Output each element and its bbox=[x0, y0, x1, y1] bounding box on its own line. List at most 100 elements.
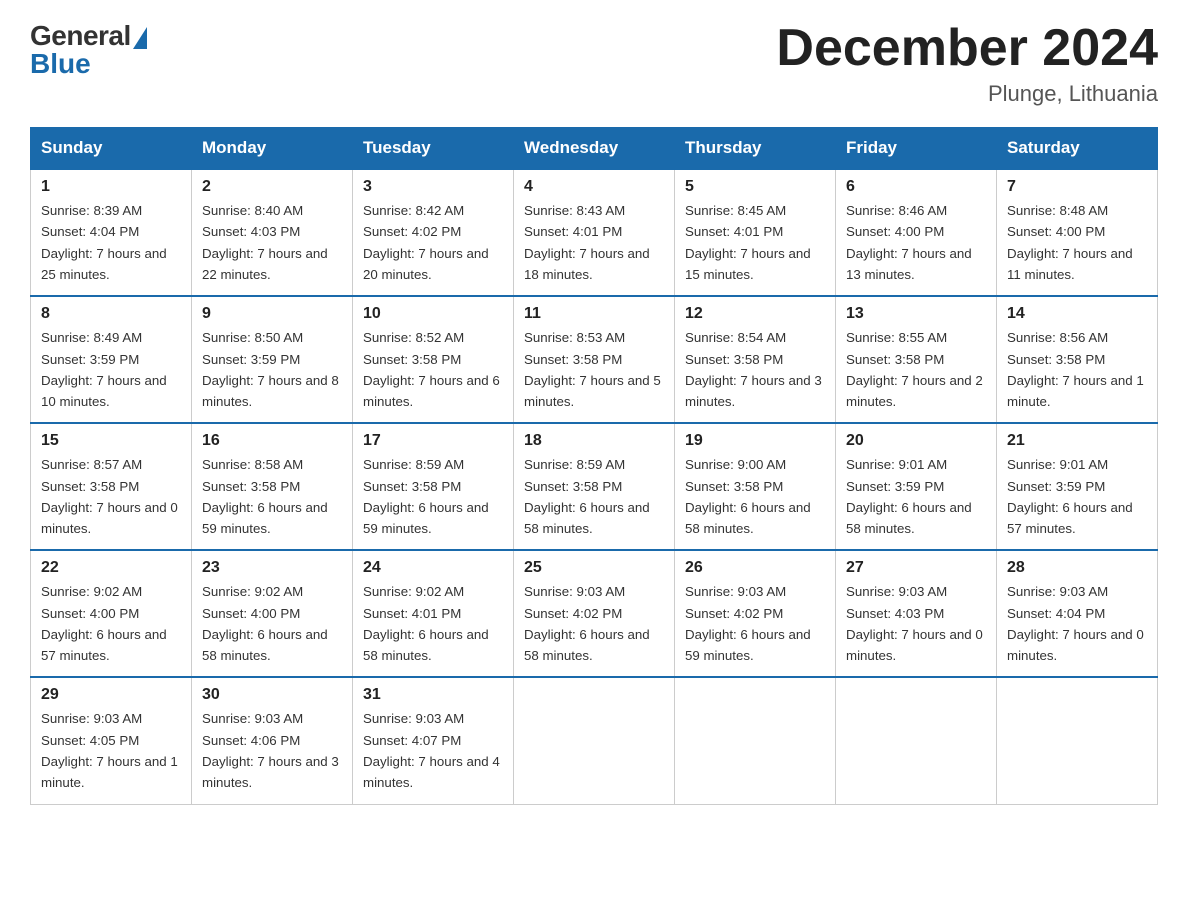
logo-triangle-icon bbox=[133, 27, 147, 49]
calendar-cell: 5 Sunrise: 8:45 AMSunset: 4:01 PMDayligh… bbox=[675, 169, 836, 296]
week-row: 8 Sunrise: 8:49 AMSunset: 3:59 PMDayligh… bbox=[31, 296, 1158, 423]
calendar-cell: 3 Sunrise: 8:42 AMSunset: 4:02 PMDayligh… bbox=[353, 169, 514, 296]
day-info: Sunrise: 9:01 AMSunset: 3:59 PMDaylight:… bbox=[846, 454, 986, 539]
day-info: Sunrise: 8:57 AMSunset: 3:58 PMDaylight:… bbox=[41, 454, 181, 539]
day-number: 12 bbox=[685, 305, 825, 323]
header-monday: Monday bbox=[192, 128, 353, 170]
calendar-cell: 7 Sunrise: 8:48 AMSunset: 4:00 PMDayligh… bbox=[997, 169, 1158, 296]
calendar-cell: 17 Sunrise: 8:59 AMSunset: 3:58 PMDaylig… bbox=[353, 423, 514, 550]
calendar-cell: 23 Sunrise: 9:02 AMSunset: 4:00 PMDaylig… bbox=[192, 550, 353, 677]
day-info: Sunrise: 8:39 AMSunset: 4:04 PMDaylight:… bbox=[41, 200, 181, 285]
day-number: 29 bbox=[41, 686, 181, 704]
day-info: Sunrise: 9:02 AMSunset: 4:00 PMDaylight:… bbox=[202, 581, 342, 666]
calendar-cell: 31 Sunrise: 9:03 AMSunset: 4:07 PMDaylig… bbox=[353, 677, 514, 804]
day-info: Sunrise: 8:45 AMSunset: 4:01 PMDaylight:… bbox=[685, 200, 825, 285]
header-thursday: Thursday bbox=[675, 128, 836, 170]
day-number: 25 bbox=[524, 559, 664, 577]
page-header: General Blue December 2024 Plunge, Lithu… bbox=[30, 20, 1158, 107]
calendar-cell: 26 Sunrise: 9:03 AMSunset: 4:02 PMDaylig… bbox=[675, 550, 836, 677]
logo-blue-text: Blue bbox=[30, 48, 91, 80]
month-title: December 2024 bbox=[776, 20, 1158, 77]
calendar-cell: 11 Sunrise: 8:53 AMSunset: 3:58 PMDaylig… bbox=[514, 296, 675, 423]
calendar-cell: 20 Sunrise: 9:01 AMSunset: 3:59 PMDaylig… bbox=[836, 423, 997, 550]
day-info: Sunrise: 9:03 AMSunset: 4:03 PMDaylight:… bbox=[846, 581, 986, 666]
calendar-cell: 19 Sunrise: 9:00 AMSunset: 3:58 PMDaylig… bbox=[675, 423, 836, 550]
day-number: 13 bbox=[846, 305, 986, 323]
day-info: Sunrise: 8:49 AMSunset: 3:59 PMDaylight:… bbox=[41, 327, 181, 412]
day-info: Sunrise: 8:40 AMSunset: 4:03 PMDaylight:… bbox=[202, 200, 342, 285]
calendar-cell: 8 Sunrise: 8:49 AMSunset: 3:59 PMDayligh… bbox=[31, 296, 192, 423]
day-number: 1 bbox=[41, 178, 181, 196]
calendar-cell: 6 Sunrise: 8:46 AMSunset: 4:00 PMDayligh… bbox=[836, 169, 997, 296]
calendar-cell bbox=[997, 677, 1158, 804]
week-row: 22 Sunrise: 9:02 AMSunset: 4:00 PMDaylig… bbox=[31, 550, 1158, 677]
calendar-cell: 14 Sunrise: 8:56 AMSunset: 3:58 PMDaylig… bbox=[997, 296, 1158, 423]
day-number: 28 bbox=[1007, 559, 1147, 577]
calendar-cell: 18 Sunrise: 8:59 AMSunset: 3:58 PMDaylig… bbox=[514, 423, 675, 550]
calendar-cell: 12 Sunrise: 8:54 AMSunset: 3:58 PMDaylig… bbox=[675, 296, 836, 423]
calendar-cell: 15 Sunrise: 8:57 AMSunset: 3:58 PMDaylig… bbox=[31, 423, 192, 550]
header-sunday: Sunday bbox=[31, 128, 192, 170]
day-info: Sunrise: 9:02 AMSunset: 4:01 PMDaylight:… bbox=[363, 581, 503, 666]
day-info: Sunrise: 8:52 AMSunset: 3:58 PMDaylight:… bbox=[363, 327, 503, 412]
calendar-cell: 29 Sunrise: 9:03 AMSunset: 4:05 PMDaylig… bbox=[31, 677, 192, 804]
week-row: 15 Sunrise: 8:57 AMSunset: 3:58 PMDaylig… bbox=[31, 423, 1158, 550]
logo: General Blue bbox=[30, 20, 147, 80]
day-number: 3 bbox=[363, 178, 503, 196]
day-number: 31 bbox=[363, 686, 503, 704]
day-info: Sunrise: 8:48 AMSunset: 4:00 PMDaylight:… bbox=[1007, 200, 1147, 285]
day-number: 26 bbox=[685, 559, 825, 577]
day-number: 14 bbox=[1007, 305, 1147, 323]
day-info: Sunrise: 8:43 AMSunset: 4:01 PMDaylight:… bbox=[524, 200, 664, 285]
day-info: Sunrise: 8:56 AMSunset: 3:58 PMDaylight:… bbox=[1007, 327, 1147, 412]
day-number: 18 bbox=[524, 432, 664, 450]
day-info: Sunrise: 8:54 AMSunset: 3:58 PMDaylight:… bbox=[685, 327, 825, 412]
day-info: Sunrise: 9:03 AMSunset: 4:05 PMDaylight:… bbox=[41, 708, 181, 793]
calendar-table: SundayMondayTuesdayWednesdayThursdayFrid… bbox=[30, 127, 1158, 804]
day-info: Sunrise: 9:01 AMSunset: 3:59 PMDaylight:… bbox=[1007, 454, 1147, 539]
day-info: Sunrise: 8:58 AMSunset: 3:58 PMDaylight:… bbox=[202, 454, 342, 539]
calendar-cell: 13 Sunrise: 8:55 AMSunset: 3:58 PMDaylig… bbox=[836, 296, 997, 423]
day-number: 22 bbox=[41, 559, 181, 577]
header-wednesday: Wednesday bbox=[514, 128, 675, 170]
header-row: SundayMondayTuesdayWednesdayThursdayFrid… bbox=[31, 128, 1158, 170]
calendar-cell: 21 Sunrise: 9:01 AMSunset: 3:59 PMDaylig… bbox=[997, 423, 1158, 550]
calendar-cell: 30 Sunrise: 9:03 AMSunset: 4:06 PMDaylig… bbox=[192, 677, 353, 804]
header-tuesday: Tuesday bbox=[353, 128, 514, 170]
day-info: Sunrise: 8:46 AMSunset: 4:00 PMDaylight:… bbox=[846, 200, 986, 285]
day-number: 23 bbox=[202, 559, 342, 577]
day-number: 19 bbox=[685, 432, 825, 450]
day-number: 17 bbox=[363, 432, 503, 450]
day-info: Sunrise: 9:00 AMSunset: 3:58 PMDaylight:… bbox=[685, 454, 825, 539]
week-row: 1 Sunrise: 8:39 AMSunset: 4:04 PMDayligh… bbox=[31, 169, 1158, 296]
day-info: Sunrise: 9:02 AMSunset: 4:00 PMDaylight:… bbox=[41, 581, 181, 666]
calendar-cell bbox=[514, 677, 675, 804]
day-number: 5 bbox=[685, 178, 825, 196]
header-friday: Friday bbox=[836, 128, 997, 170]
day-info: Sunrise: 8:42 AMSunset: 4:02 PMDaylight:… bbox=[363, 200, 503, 285]
day-info: Sunrise: 9:03 AMSunset: 4:06 PMDaylight:… bbox=[202, 708, 342, 793]
day-number: 2 bbox=[202, 178, 342, 196]
calendar-cell bbox=[675, 677, 836, 804]
day-info: Sunrise: 8:59 AMSunset: 3:58 PMDaylight:… bbox=[363, 454, 503, 539]
day-info: Sunrise: 8:59 AMSunset: 3:58 PMDaylight:… bbox=[524, 454, 664, 539]
calendar-body: 1 Sunrise: 8:39 AMSunset: 4:04 PMDayligh… bbox=[31, 169, 1158, 804]
day-number: 8 bbox=[41, 305, 181, 323]
day-number: 11 bbox=[524, 305, 664, 323]
day-info: Sunrise: 8:50 AMSunset: 3:59 PMDaylight:… bbox=[202, 327, 342, 412]
calendar-cell: 24 Sunrise: 9:02 AMSunset: 4:01 PMDaylig… bbox=[353, 550, 514, 677]
day-number: 21 bbox=[1007, 432, 1147, 450]
day-number: 10 bbox=[363, 305, 503, 323]
calendar-cell: 1 Sunrise: 8:39 AMSunset: 4:04 PMDayligh… bbox=[31, 169, 192, 296]
day-info: Sunrise: 9:03 AMSunset: 4:02 PMDaylight:… bbox=[685, 581, 825, 666]
day-info: Sunrise: 9:03 AMSunset: 4:02 PMDaylight:… bbox=[524, 581, 664, 666]
day-number: 30 bbox=[202, 686, 342, 704]
day-number: 24 bbox=[363, 559, 503, 577]
day-number: 9 bbox=[202, 305, 342, 323]
day-number: 7 bbox=[1007, 178, 1147, 196]
day-number: 27 bbox=[846, 559, 986, 577]
calendar-cell: 10 Sunrise: 8:52 AMSunset: 3:58 PMDaylig… bbox=[353, 296, 514, 423]
day-info: Sunrise: 9:03 AMSunset: 4:07 PMDaylight:… bbox=[363, 708, 503, 793]
calendar-header: SundayMondayTuesdayWednesdayThursdayFrid… bbox=[31, 128, 1158, 170]
calendar-cell: 28 Sunrise: 9:03 AMSunset: 4:04 PMDaylig… bbox=[997, 550, 1158, 677]
